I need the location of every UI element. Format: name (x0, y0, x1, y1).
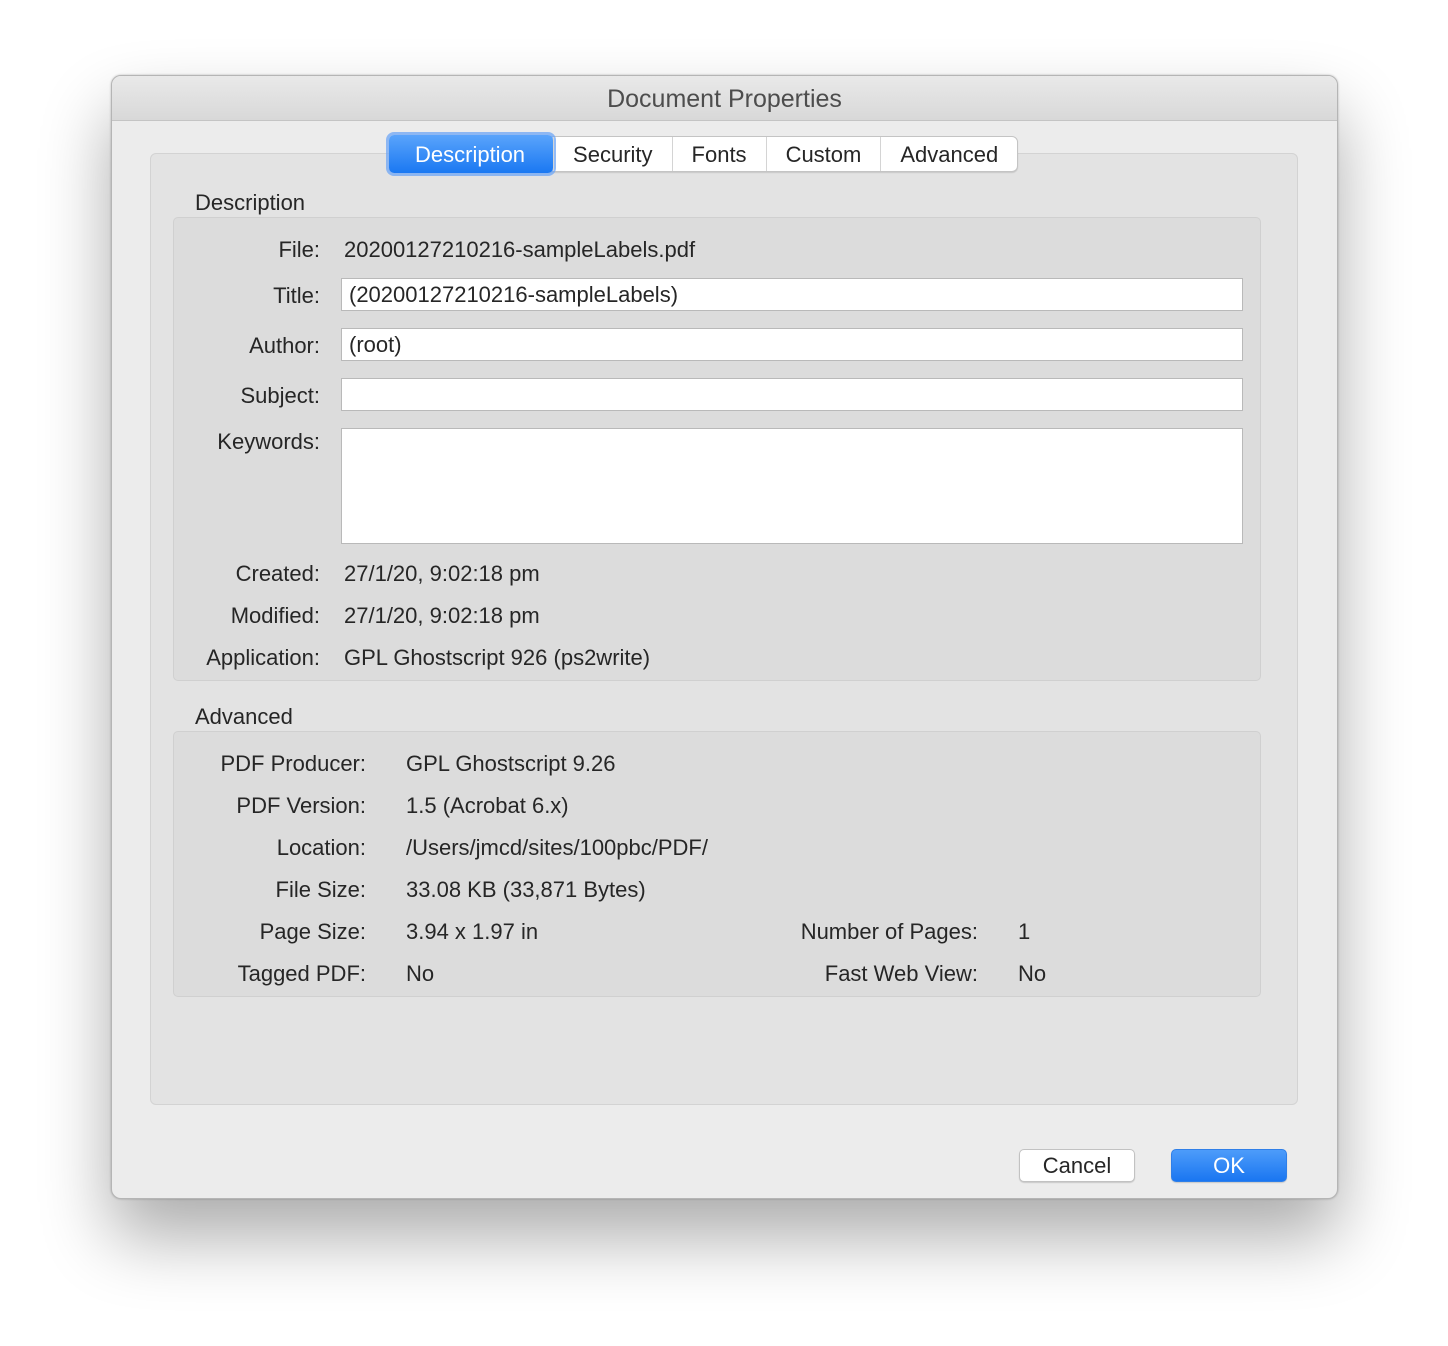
tagged-pdf-label: Tagged PDF: (237, 961, 366, 986)
pdf-producer-label: PDF Producer: (220, 751, 367, 776)
tagged-pdf-value: No (406, 961, 435, 986)
subject-field[interactable] (341, 378, 1243, 411)
application-value: GPL Ghostscript 926 (ps2write) (344, 645, 651, 670)
created-value: 27/1/20, 9:02:18 pm (344, 561, 540, 586)
page-size-value: 3.94 x 1.97 in (406, 919, 539, 944)
modified-label: Modified: (230, 603, 320, 628)
tab-advanced[interactable]: Advanced (880, 137, 1017, 171)
tab-description[interactable]: Description (389, 135, 554, 173)
document-properties-dialog: Document Properties Description Security… (111, 75, 1338, 1199)
location-label: Location: (276, 835, 366, 860)
advanced-group: PDF Producer: GPL Ghostscript 9.26 PDF V… (173, 731, 1261, 997)
fast-web-view-label: Fast Web View: (824, 961, 978, 986)
file-size-value: 33.08 KB (33,871 Bytes) (406, 877, 646, 902)
tab-custom[interactable]: Custom (765, 137, 881, 171)
keywords-label: Keywords: (217, 429, 320, 454)
tab-bar: Description Security Fonts Custom Advanc… (389, 135, 1019, 173)
dialog-title: Document Properties (112, 76, 1337, 121)
tab-fonts[interactable]: Fonts (671, 137, 766, 171)
page-size-label: Page Size: (259, 919, 366, 944)
keywords-field[interactable] (341, 428, 1243, 544)
number-of-pages-label: Number of Pages: (800, 919, 978, 944)
file-size-label: File Size: (275, 877, 366, 902)
created-label: Created: (235, 561, 320, 586)
file-label: File: (278, 237, 320, 262)
modified-value: 27/1/20, 9:02:18 pm (344, 603, 540, 628)
description-section-title: Description (195, 190, 306, 215)
number-of-pages-value: 1 (1018, 919, 1031, 944)
pdf-version-value: 1.5 (Acrobat 6.x) (406, 793, 569, 818)
tab-content-panel: Description File: 20200127210216-sampleL… (150, 153, 1298, 1105)
tab-security[interactable]: Security (553, 137, 671, 171)
file-value: 20200127210216-sampleLabels.pdf (344, 237, 696, 262)
pdf-version-label: PDF Version: (236, 793, 366, 818)
cancel-button[interactable]: Cancel (1019, 1149, 1135, 1182)
advanced-section-title: Advanced (195, 704, 293, 729)
title-field[interactable] (341, 278, 1243, 311)
subject-label: Subject: (240, 383, 321, 408)
title-label: Title: (273, 283, 320, 308)
ok-button[interactable]: OK (1171, 1149, 1287, 1182)
description-group: File: 20200127210216-sampleLabels.pdf Ti… (173, 217, 1261, 681)
application-label: Application: (206, 645, 320, 670)
location-value: /Users/jmcd/sites/100pbc/PDF/ (406, 835, 708, 860)
fast-web-view-value: No (1018, 961, 1047, 986)
author-label: Author: (249, 333, 320, 358)
pdf-producer-value: GPL Ghostscript 9.26 (406, 751, 616, 776)
author-field[interactable] (341, 328, 1243, 361)
